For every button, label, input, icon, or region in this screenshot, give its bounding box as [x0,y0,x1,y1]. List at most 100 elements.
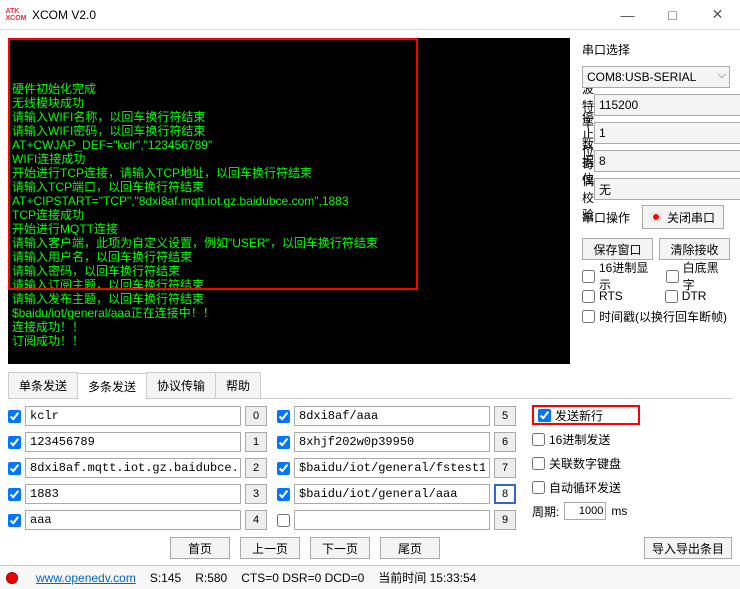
autoloop-checkbox[interactable] [532,481,545,494]
minimize-button[interactable]: — [605,0,650,30]
port-select[interactable] [582,66,730,88]
baud-select[interactable] [594,94,740,116]
send-row-num-button[interactable]: 1 [245,432,267,452]
send-options-panel: 发送新行 16进制发送 关联数字键盘 自动循环发送 周期:ms [526,405,646,531]
send-row-checkbox[interactable] [8,488,21,501]
send-row-checkbox[interactable] [8,436,21,449]
window-title: XCOM V2.0 [32,8,96,22]
vendor-link[interactable]: www.openedv.com [36,571,136,585]
terminal-line: 开始进行MQTT连接 [12,222,566,236]
terminal-line: WIFI连接成功 [12,152,566,166]
close-serial-label: 关闭串口 [667,209,715,226]
send-row: 4 [8,509,267,531]
first-page-button[interactable]: 首页 [170,537,230,559]
close-serial-button[interactable]: 关闭串口 [642,205,724,229]
autoloop-label: 自动循环发送 [549,479,621,496]
terminal-line: 请输入TCP端口，以回车换行符结束 [12,180,566,194]
send-row: 6 [277,431,516,453]
tab-multi-send[interactable]: 多条发送 [77,373,147,399]
prev-page-button[interactable]: 上一页 [240,537,300,559]
send-row-num-button[interactable]: 7 [494,458,516,478]
save-window-button[interactable]: 保存窗口 [582,238,653,260]
databit-select[interactable] [594,150,740,172]
send-row-num-button[interactable]: 6 [494,432,516,452]
terminal-line: 连接成功！！ [12,320,566,334]
send-row-checkbox[interactable] [277,410,290,423]
dtr-label: DTR [682,289,707,303]
import-export-button[interactable]: 导入导出条目 [644,537,732,559]
close-button[interactable]: ✕ [695,0,740,30]
white-bg-checkbox[interactable] [666,270,679,283]
terminal-line: 无线模块成功 [12,96,566,110]
send-row: 5 [277,405,516,427]
send-row: 1 [8,431,267,453]
hex-send-checkbox[interactable] [532,433,545,446]
send-row-input[interactable] [25,458,241,478]
send-row: 0 [8,405,267,427]
send-row-num-button[interactable]: 2 [245,458,267,478]
tab-single-send[interactable]: 单条发送 [8,372,78,398]
send-row-input[interactable] [294,484,490,504]
send-row-input[interactable] [25,406,241,426]
dtr-checkbox[interactable] [665,290,678,303]
clear-recv-button[interactable]: 清除接收 [659,238,730,260]
send-row-checkbox[interactable] [277,488,290,501]
numpad-checkbox[interactable] [532,457,545,470]
cycle-input[interactable] [564,502,606,520]
send-row-checkbox[interactable] [8,514,21,527]
terminal-output: 硬件初始化完成无线模块成功请输入WIFI名称，以回车换行符结束请输入WIFI密码… [8,38,570,364]
cycle-unit: ms [611,504,627,518]
last-page-button[interactable]: 尾页 [380,537,440,559]
send-row-checkbox[interactable] [277,436,290,449]
parity-select[interactable] [594,178,740,200]
hex-display-checkbox[interactable] [582,270,595,283]
send-row-input[interactable] [25,484,241,504]
send-row-num-button[interactable]: 8 [494,484,516,504]
send-row-num-button[interactable]: 4 [245,510,267,530]
rts-checkbox[interactable] [582,290,595,303]
send-row-checkbox[interactable] [277,514,290,527]
send-row-input[interactable] [294,432,490,452]
tab-protocol[interactable]: 协议传输 [146,372,216,398]
send-row: 2 [8,457,267,479]
send-row-input[interactable] [294,510,490,530]
status-sent: S:145 [150,571,181,585]
maximize-button[interactable]: □ [650,0,695,30]
send-row-checkbox[interactable] [8,462,21,475]
timestamp-checkbox[interactable] [582,310,595,323]
white-bg-label: 白底黑字 [683,259,730,293]
stopbit-select[interactable] [594,122,740,144]
terminal-line: AT+CWJAP_DEF="kclr","123456789" [12,138,566,152]
terminal-line: AT+CIPSTART="TCP","8dxi8af.mqtt.iot.gz.b… [12,194,566,208]
serial-op-label: 串口操作 [582,209,642,226]
terminal-line: TCP连接成功 [12,208,566,222]
send-row-num-button[interactable]: 3 [245,484,267,504]
terminal-line: 请输入客户端，此项为自定义设置，例如"USER"，以回车换行符结束 [12,236,566,250]
terminal-line: 请输入订阅主题，以回车换行符结束 [12,278,566,292]
next-page-button[interactable]: 下一页 [310,537,370,559]
send-row-num-button[interactable]: 9 [494,510,516,530]
send-row-input[interactable] [25,510,241,530]
timestamp-label: 时间戳(以换行回车断帧) [599,308,727,325]
rts-label: RTS [599,289,623,303]
send-newline-checkbox[interactable] [538,409,551,422]
app-logo: ATK XCOM [6,5,26,25]
send-row-checkbox[interactable] [8,410,21,423]
status-time: 15:33:54 [430,571,477,585]
send-row-num-button[interactable]: 0 [245,406,267,426]
terminal-line: 请输入WIFI名称，以回车换行符结束 [12,110,566,124]
send-row: 8 [277,483,516,505]
cycle-label: 周期: [532,503,559,520]
status-recv: R:580 [195,571,227,585]
status-time-label: 当前时间 [378,571,426,585]
send-row: 9 [277,509,516,531]
record-dot-icon [651,212,661,222]
send-row-input[interactable] [294,458,490,478]
hex-display-label: 16进制显示 [599,259,660,293]
terminal-line: $baidu/iot/general/aaa正在连接中！！ [12,306,566,320]
send-row-checkbox[interactable] [277,462,290,475]
send-row-num-button[interactable]: 5 [494,406,516,426]
send-row-input[interactable] [294,406,490,426]
send-row-input[interactable] [25,432,241,452]
tab-help[interactable]: 帮助 [215,372,261,398]
